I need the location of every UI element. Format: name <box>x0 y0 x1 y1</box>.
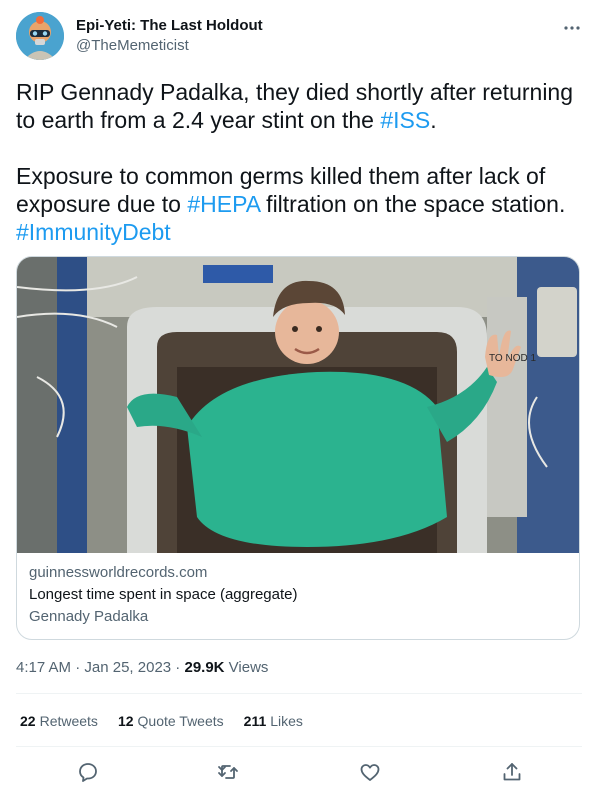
tweet-time[interactable]: 4:17 AM <box>16 659 71 676</box>
retweets-stat[interactable]: 22 Retweets <box>20 711 98 731</box>
tweet-date[interactable]: Jan 25, 2023 <box>84 659 171 676</box>
hashtag-iss-link[interactable]: #ISS <box>380 107 430 133</box>
author-handle[interactable]: @TheMemeticist <box>76 36 263 56</box>
tweet-text-segment: filtration on the space station. <box>259 191 572 217</box>
quote-tweets-count: 12 <box>117 713 134 729</box>
divider <box>16 746 582 747</box>
quote-tweets-stat[interactable]: 12 Quote Tweets <box>118 711 224 731</box>
author-avatar[interactable] <box>16 12 64 60</box>
card-title: Longest time spent in space (aggregate) <box>29 586 298 603</box>
link-preview-card[interactable]: TO NOD 1 guinnessworldrecords.com Longes… <box>16 256 580 640</box>
like-icon[interactable] <box>358 760 382 784</box>
views-label: Views <box>224 659 269 676</box>
quote-tweets-label: Quote Tweets <box>137 713 224 729</box>
card-image-label: TO NOD 1 <box>489 353 536 364</box>
share-icon[interactable] <box>500 760 524 784</box>
more-options-icon[interactable] <box>562 18 582 38</box>
hashtag-immunitydebt-link[interactable]: #ImmunityDebt <box>16 219 171 245</box>
likes-stat[interactable]: 211 Likes <box>244 711 303 731</box>
tweet-text-segment: . <box>430 107 437 133</box>
divider <box>16 693 582 694</box>
likes-label: Likes <box>270 713 303 729</box>
retweet-icon[interactable] <box>216 760 240 784</box>
hashtag-hepa-link[interactable]: #HEPA <box>187 191 259 217</box>
tweet-timestamp-row: 4:17 AM · Jan 25, 2023 · 29.9K Views <box>16 658 268 678</box>
retweets-label: Retweets <box>39 713 98 729</box>
tweet-actions <box>16 760 582 786</box>
tweet-text-segment: RIP Gennady Padalka, they died shortly a… <box>16 79 580 133</box>
engagement-stats: 22 Retweets 12 Quote Tweets 211 Likes <box>20 711 303 731</box>
tweet-text: RIP Gennady Padalka, they died shortly a… <box>16 78 582 246</box>
tweet-header: Epi-Yeti: The Last Holdout @TheMemeticis… <box>16 12 582 64</box>
timestamp-separator: · <box>171 659 185 676</box>
reply-icon[interactable] <box>76 760 100 784</box>
card-description: Gennady Padalka <box>29 608 149 625</box>
card-image[interactable]: TO NOD 1 <box>17 257 579 553</box>
views-count: 29.9K <box>184 659 225 676</box>
tweet-paragraph-1: RIP Gennady Padalka, they died shortly a… <box>16 78 582 134</box>
author-name-block[interactable]: Epi-Yeti: The Last Holdout @TheMemeticis… <box>76 16 263 56</box>
card-meta: guinnessworldrecords.com Longest time sp… <box>29 563 567 627</box>
card-domain: guinnessworldrecords.com <box>29 564 208 581</box>
retweets-count: 22 <box>20 713 36 729</box>
author-display-name[interactable]: Epi-Yeti: The Last Holdout <box>76 16 263 36</box>
tweet-paragraph-2: Exposure to common germs killed them aft… <box>16 162 582 246</box>
avatar-image <box>16 12 64 60</box>
timestamp-separator: · <box>71 659 85 676</box>
likes-count: 211 <box>243 713 267 729</box>
